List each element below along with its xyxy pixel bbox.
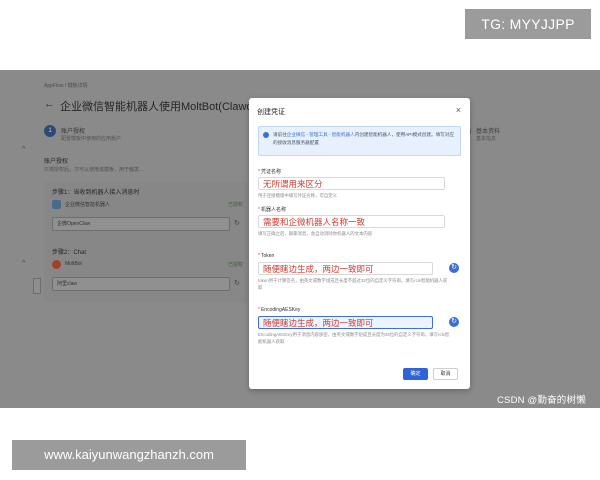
info-icon (263, 132, 269, 138)
create-credential-dialog: 创建凭证 × 请前往企业微信 - 管理工具 - 智能机器人内创建智能机器人，使用… (249, 98, 470, 389)
step-1-subtitle: 配置模板中使用的应用账户 (61, 136, 122, 142)
credential-name-help: 用于连接模版中填写凭证名称，可自定义 (258, 193, 338, 198)
aes-key-label: *EncodingAESKey (258, 307, 301, 313)
tg-watermark-tag: TG: MYYJJPP (465, 9, 591, 39)
credential-name-label: *凭证名称 (258, 169, 281, 175)
close-icon[interactable]: × (456, 105, 461, 115)
dialog-title: 创建凭证 (257, 109, 285, 116)
generate-aes-key-icon[interactable]: ↻ (449, 317, 459, 327)
breadcrumb[interactable]: AppFlow / 模板详情 (44, 82, 88, 89)
account-select[interactable]: 企微OpenClaw (52, 217, 230, 231)
confirm-button[interactable]: 确定 (403, 368, 428, 380)
notice-prefix: 请前往 (273, 132, 287, 137)
cancel-button[interactable]: 取消 (433, 368, 458, 380)
token-input[interactable]: 随便瞎边生成，两边一致即可 (258, 262, 433, 275)
info-notice: 请前往企业微信 - 管理工具 - 智能机器人内创建智能机器人，使用API模式创建… (258, 126, 461, 156)
token-label: *Token (258, 253, 275, 259)
step-card-1: 步骤1：当收到机器人接入消息时 企业微信智能机器人 已授权 企微OpenClaw… (44, 182, 249, 244)
section-subtitle: 只将授权后，才可以使用该模板，用于触发... (44, 167, 144, 173)
card-header: 步骤2：Chat (52, 250, 87, 256)
account-select[interactable]: 阿里claw (52, 277, 230, 291)
step-1-title: 账户授权 (61, 129, 86, 135)
card-status: 已授权 (227, 202, 243, 208)
back-arrow-icon[interactable]: ← (44, 98, 55, 110)
step-1-indicator: 1 (44, 125, 56, 137)
card-status: 已授权 (227, 262, 243, 268)
notice-text: 请前往企业微信 - 管理工具 - 智能机器人内创建智能机器人，使用API模式创建… (273, 131, 458, 147)
robot-name-input[interactable]: 需要和企微机器人名称一致 (258, 215, 445, 228)
page-title: 企业微信智能机器人使用MoltBot(Clawd (60, 101, 253, 113)
side-handle[interactable] (33, 278, 41, 294)
aes-key-help: EncodingAESKey用于消息内容加密，由英文或数字组成且长度为43位的自… (258, 332, 450, 344)
section-title: 账户授权 (44, 159, 69, 165)
url-watermark-tag: www.kaiyunwangzhanzh.com (12, 440, 246, 470)
credential-name-input[interactable]: 无所谓用来区分 (258, 177, 445, 190)
step-5-title: 基本资料 (476, 129, 501, 135)
csdn-watermark: CSDN @勤奋的树懒 (497, 395, 586, 406)
card-header: 步骤1：当收到机器人接入消息时 (52, 190, 140, 196)
collapse-caret-icon[interactable]: ^ (22, 146, 25, 153)
wecom-robot-icon (52, 200, 61, 209)
robot-name-label: *机器人名称 (258, 207, 286, 213)
moltbot-icon (52, 260, 61, 269)
step-5-subtitle: 基本信息 (476, 136, 497, 142)
generate-token-icon[interactable]: ↻ (449, 263, 459, 273)
token-help: token用于计算签名，由英文或数字组成且长度不超过32位的自定义字符串。填写r… (258, 278, 448, 290)
card-app-name: 企业微信智能机器人 (65, 202, 111, 208)
refresh-icon[interactable]: ↻ (234, 279, 240, 287)
screenshot-area: AppFlow / 模板详情 ← 企业微信智能机器人使用MoltBot(Claw… (0, 70, 600, 408)
robot-name-help: 填写正确之后，群聊消息，会自动消除你机器人的文本内容 (258, 231, 373, 236)
aes-key-input[interactable]: 随便瞎边生成，两边一致即可 (258, 316, 433, 329)
wecom-admin-link[interactable]: 企业微信 - 管理工具 - 智能机器人 (287, 132, 355, 137)
step-card-2: 步骤2：Chat MoltBot 已授权 阿里claw ↻ (44, 242, 249, 302)
refresh-icon[interactable]: ↻ (234, 219, 240, 227)
collapse-caret-icon[interactable]: ^ (22, 260, 25, 267)
card-app-name: MoltBot (65, 261, 82, 267)
